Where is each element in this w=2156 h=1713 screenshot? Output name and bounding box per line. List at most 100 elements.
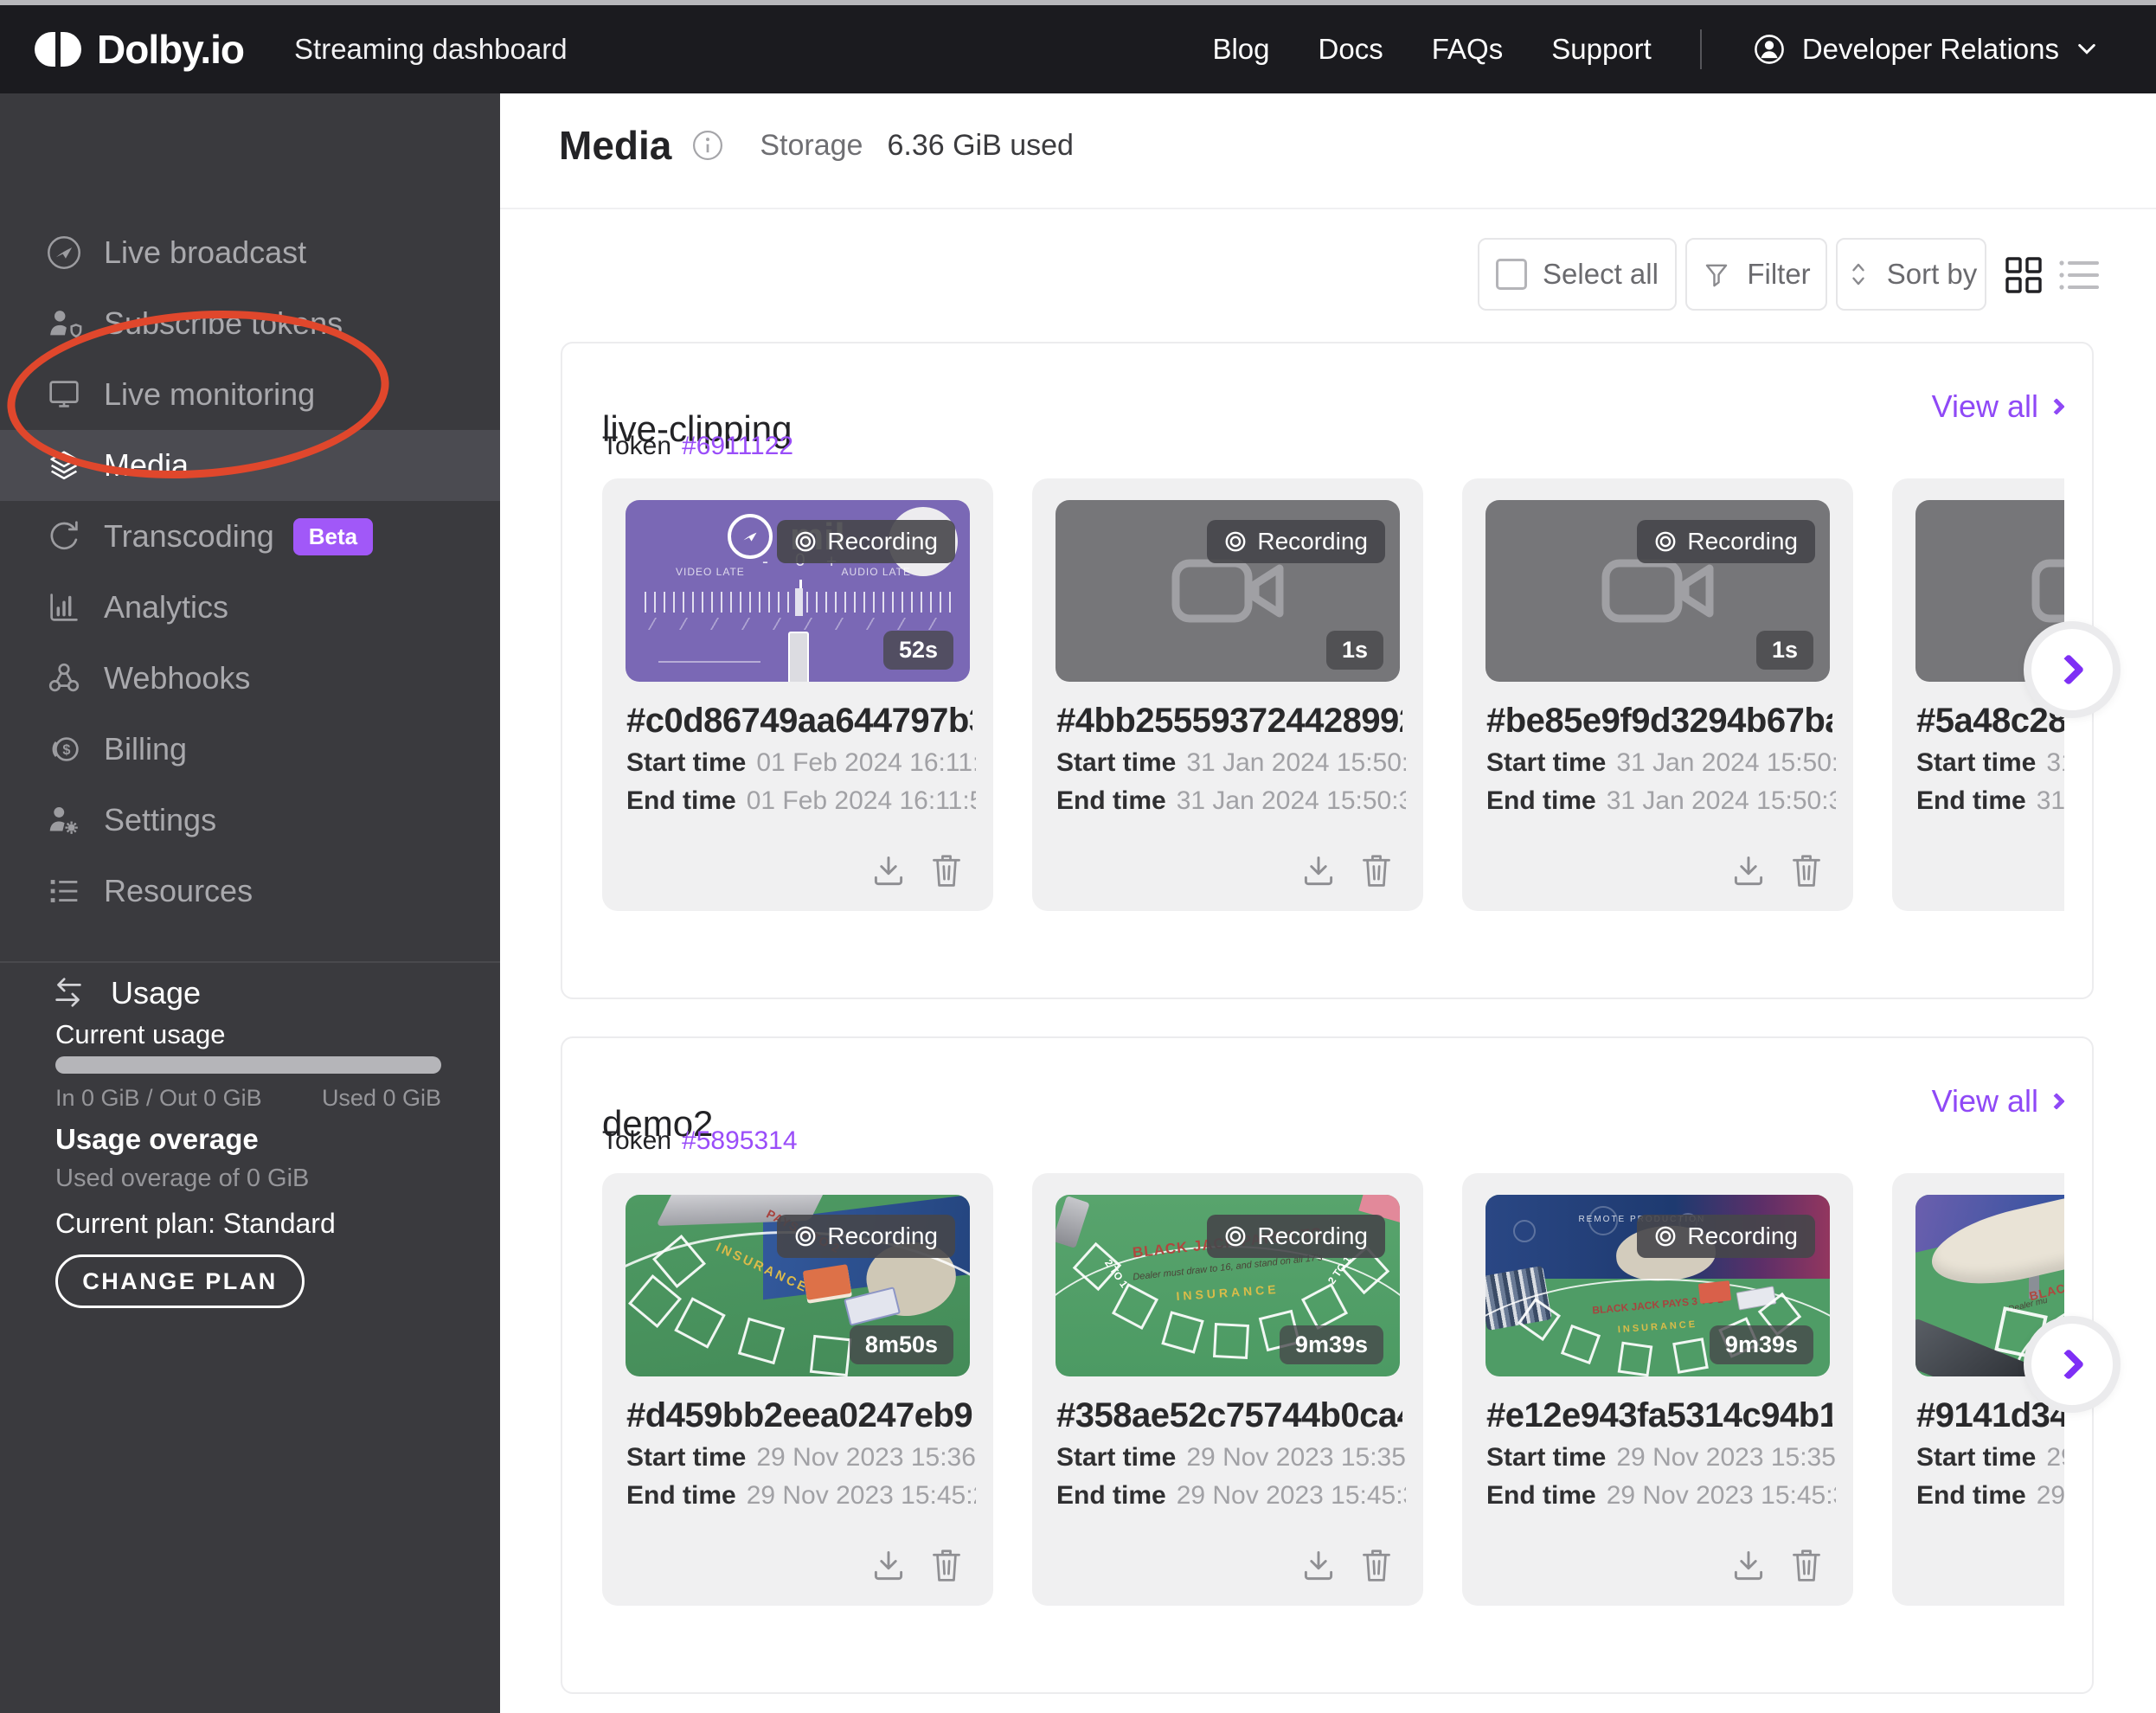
usage-io-row: In 0 GiB / Out 0 GiB Used 0 GiB [55, 1085, 441, 1112]
download-button[interactable] [1730, 852, 1767, 890]
storage-label: Storage [760, 129, 863, 163]
card-actions [1730, 852, 1824, 890]
sidebar-item-subscribe-tokens[interactable]: Subscribe tokens [0, 288, 500, 359]
token-label: Token [602, 432, 671, 461]
nav-link-docs[interactable]: Docs [1319, 33, 1383, 66]
user-shield-icon [43, 303, 85, 344]
card-actions [1300, 1547, 1394, 1585]
download-button[interactable] [1300, 852, 1337, 890]
start-time-row: Start time31 Jan 2 [1916, 748, 2064, 778]
carousel-next-button[interactable] [2024, 1316, 2121, 1413]
recording-id: #e12e943fa5314c94b167bd… [1486, 1396, 1832, 1435]
recording-badge: Recording [1207, 520, 1385, 563]
svg-text:$: $ [62, 742, 70, 758]
delete-button[interactable] [1359, 852, 1394, 890]
delete-button[interactable] [929, 1547, 964, 1585]
monitor-icon [43, 374, 85, 415]
change-plan-button[interactable]: CHANGE PLAN [55, 1254, 305, 1308]
dollar-coin-icon: $ [43, 728, 85, 770]
recording-card[interactable]: PAYS 3 TO 2 INSURANCE [602, 1173, 993, 1606]
token-link[interactable]: #5895314 [682, 1126, 797, 1156]
section-demo2: demo2 Token #5895314 View all PAYS 3 [561, 1036, 2094, 1694]
download-button[interactable] [870, 1547, 907, 1585]
nav-link-support[interactable]: Support [1551, 33, 1652, 66]
download-button[interactable] [1300, 1547, 1337, 1585]
sidebar-item-analytics[interactable]: Analytics [0, 572, 500, 643]
download-button[interactable] [870, 852, 907, 890]
chevron-right-icon [2048, 1093, 2065, 1110]
sidebar-divider [0, 961, 500, 963]
sidebar: Live broadcast Subscribe tokens Live mon… [0, 93, 500, 1713]
topnav: Blog Docs FAQs Support Developer Relatio… [1212, 29, 2101, 69]
download-button[interactable] [1730, 1547, 1767, 1585]
duration-badge: 52s [883, 631, 953, 670]
recording-id: #be85e9f9d3294b67bae445… [1486, 702, 1832, 741]
card-actions [1730, 1547, 1824, 1585]
sidebar-item-label: Live monitoring [104, 376, 315, 413]
view-all-link[interactable]: View all [1932, 1083, 2063, 1120]
sidebar-item-settings[interactable]: Settings [0, 785, 500, 856]
select-all-checkbox[interactable] [1496, 259, 1527, 290]
grid-view-toggle[interactable] [2004, 255, 2044, 295]
filter-label: Filter [1747, 258, 1810, 291]
nav-link-faqs[interactable]: FAQs [1432, 33, 1504, 66]
beta-badge: Beta [293, 518, 373, 555]
sort-by-label: Sort by [1887, 258, 1978, 291]
sidebar-item-live-broadcast[interactable]: Live broadcast [0, 217, 500, 288]
recording-id: #c0d86749aa644797b3296b… [626, 702, 972, 741]
info-icon[interactable] [690, 128, 725, 163]
delete-button[interactable] [1789, 1547, 1824, 1585]
list-view-toggle[interactable] [2057, 255, 2101, 295]
user-avatar-icon [1750, 30, 1788, 68]
start-time-row: Start time29 Nov 2023 15:35:59 [1056, 1443, 1406, 1472]
video-late-label: VIDEO LATE [676, 566, 745, 578]
token-link[interactable]: #6911122 [682, 432, 793, 461]
recording-card[interactable]: REMOTE PRODUCTION BLACK JACK PAYS 3 TO 2… [1462, 1173, 1853, 1606]
duration-badge: 9m39s [1710, 1325, 1813, 1364]
sidebar-item-live-monitoring[interactable]: Live monitoring [0, 359, 500, 430]
select-all-label: Select all [1543, 258, 1659, 291]
section-token: Token #6911122 [602, 432, 793, 461]
nav-link-blog[interactable]: Blog [1212, 33, 1269, 66]
start-time-row: Start time29 Nov 2 [1916, 1443, 2064, 1472]
usage-progress-bar [55, 1056, 441, 1074]
carousel-next-button[interactable] [2024, 621, 2121, 718]
token-label: Token [602, 1126, 671, 1156]
broadcast-icon [43, 232, 85, 273]
sidebar-item-resources[interactable]: Resources [0, 856, 500, 927]
delete-button[interactable] [1359, 1547, 1394, 1585]
end-time-row: End time31 Jan 2024 15:50:37 [1056, 786, 1406, 816]
thumb-clamp [1056, 1196, 1090, 1248]
start-time-row: Start time31 Jan 2024 15:50:35 [1056, 748, 1406, 778]
meter-line [658, 661, 760, 663]
end-time-row: End time01 Feb 2024 16:11:59 [626, 786, 976, 816]
view-all-label: View all [1932, 1083, 2038, 1120]
sidebar-item-label: Media [104, 447, 189, 484]
recording-card[interactable]: BLACK JACK PAYS 3 TO Dealer must draw to… [1032, 1173, 1423, 1606]
recording-card[interactable]: Recording 1s #be85e9f9d3294b67bae445… St… [1462, 478, 1853, 911]
sort-by-button[interactable]: Sort by [1836, 238, 1986, 311]
duration-badge: 1s [1756, 631, 1813, 670]
dolby-streaming-dashboard: Dolby.io Streaming dashboard Blog Docs F… [0, 0, 2156, 1713]
recording-card[interactable]: Recording 1s #4bb25559372442899232d… Sta… [1032, 478, 1423, 911]
recording-card[interactable]: mil - 0 + VIDEO LATE AUDIO LATE [602, 478, 993, 911]
current-plan: Current plan: Standard [55, 1208, 336, 1240]
delete-button[interactable] [1789, 852, 1824, 890]
meter-center-tick [795, 588, 803, 616]
select-all-button[interactable]: Select all [1478, 238, 1677, 311]
sidebar-item-media[interactable]: Media [0, 430, 500, 501]
delete-button[interactable] [929, 852, 964, 890]
recording-id: #d459bb2eea0247eb9e613a… [626, 1396, 972, 1435]
view-all-link[interactable]: View all [1932, 388, 2063, 425]
sidebar-item-webhooks[interactable]: Webhooks [0, 643, 500, 714]
meter-subticks [648, 618, 947, 630]
main-content: Media Storage 6.36 GiB used Select all [500, 93, 2156, 1713]
filter-button[interactable]: Filter [1685, 238, 1827, 311]
sidebar-item-billing[interactable]: $ Billing [0, 714, 500, 785]
topbar: Dolby.io Streaming dashboard Blog Docs F… [0, 5, 2156, 93]
brand-logo[interactable]: Dolby.io [35, 26, 244, 73]
account-menu[interactable]: Developer Relations [1750, 30, 2101, 68]
sidebar-item-transcoding[interactable]: Transcoding Beta [0, 501, 500, 572]
filter-funnel-icon [1702, 260, 1731, 289]
duration-badge: 8m50s [850, 1325, 953, 1364]
